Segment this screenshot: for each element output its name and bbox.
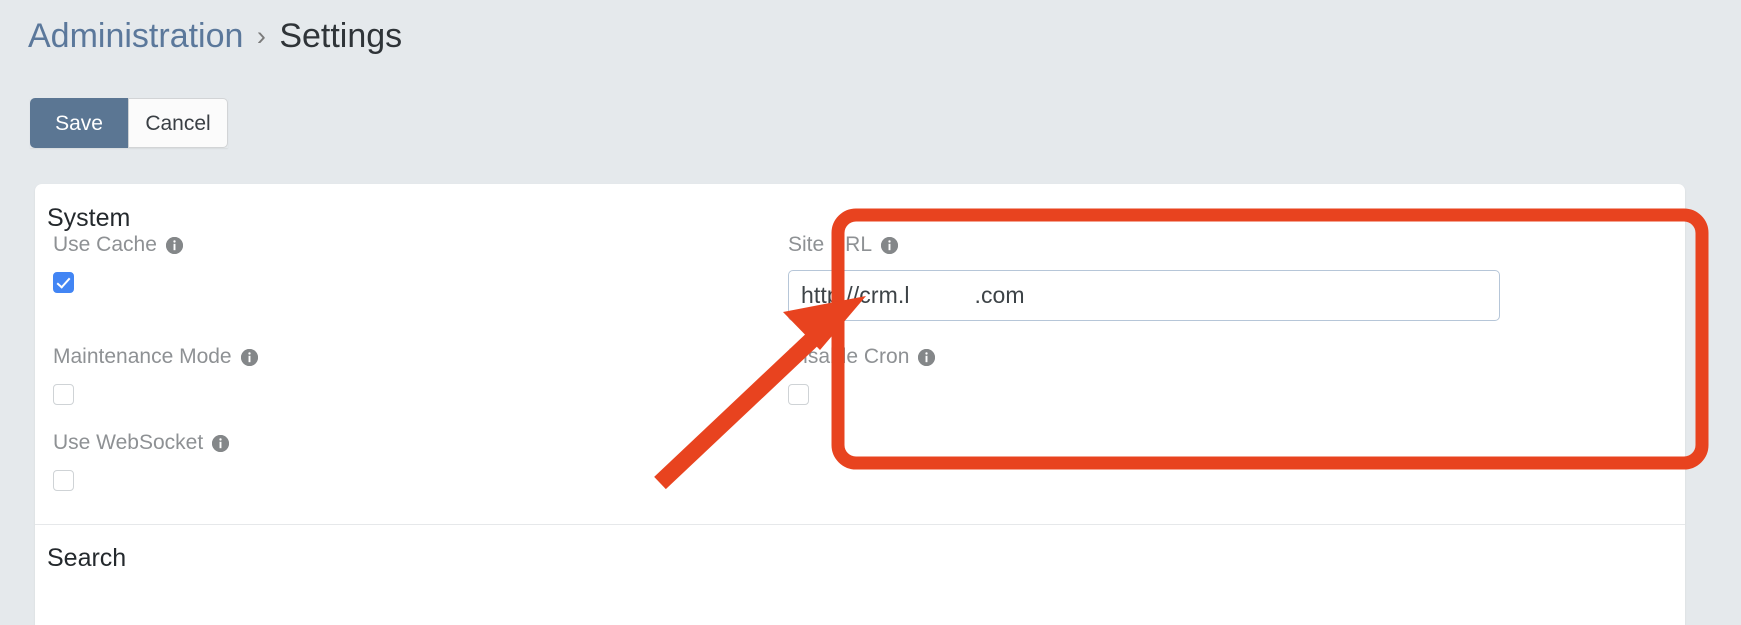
info-icon[interactable] xyxy=(212,434,230,452)
field-label-text: Use WebSocket xyxy=(53,431,204,454)
field-site-url: Site URL xyxy=(788,232,1508,321)
field-label-disable-cron: Disable Cron xyxy=(788,344,1508,370)
section-divider xyxy=(35,524,1685,525)
save-button[interactable]: Save xyxy=(30,98,128,148)
page-title: Settings xyxy=(279,17,403,55)
info-icon[interactable] xyxy=(918,348,936,366)
field-use-cache: Use Cache xyxy=(53,232,753,293)
field-disable-cron: Disable Cron xyxy=(788,344,1508,405)
section-heading-search: Search xyxy=(47,544,127,572)
info-icon[interactable] xyxy=(240,348,258,366)
field-label-text: Site URL xyxy=(788,233,873,256)
field-maintenance-mode: Maintenance Mode xyxy=(53,344,753,405)
info-icon[interactable] xyxy=(165,236,183,254)
checkbox-use-cache[interactable] xyxy=(53,272,74,293)
info-icon[interactable] xyxy=(881,236,899,254)
checkbox-use-websocket[interactable] xyxy=(53,470,74,491)
breadcrumb: Administration › Settings xyxy=(28,14,402,60)
settings-panel: System Use Cache Maintenance Mode Use We… xyxy=(35,184,1685,625)
field-use-websocket: Use WebSocket xyxy=(53,430,753,491)
action-button-group: Save Cancel xyxy=(30,98,228,148)
field-label-text: Disable Cron xyxy=(788,345,910,368)
field-label-text: Maintenance Mode xyxy=(53,345,232,368)
checkbox-disable-cron[interactable] xyxy=(788,384,809,405)
section-heading-system: System xyxy=(47,204,131,232)
cancel-button[interactable]: Cancel xyxy=(128,98,228,148)
breadcrumb-link-administration[interactable]: Administration xyxy=(28,17,243,55)
field-label-text: Use Cache xyxy=(53,233,157,256)
field-label-site-url: Site URL xyxy=(788,232,1508,258)
site-url-input[interactable] xyxy=(788,270,1500,321)
breadcrumb-separator-icon: › xyxy=(256,21,266,51)
checkbox-maintenance-mode[interactable] xyxy=(53,384,74,405)
field-label-use-cache: Use Cache xyxy=(53,232,753,258)
system-settings-form: Use Cache Maintenance Mode Use WebSocket… xyxy=(35,232,1685,524)
field-label-use-websocket: Use WebSocket xyxy=(53,430,753,456)
field-label-maintenance-mode: Maintenance Mode xyxy=(53,344,753,370)
